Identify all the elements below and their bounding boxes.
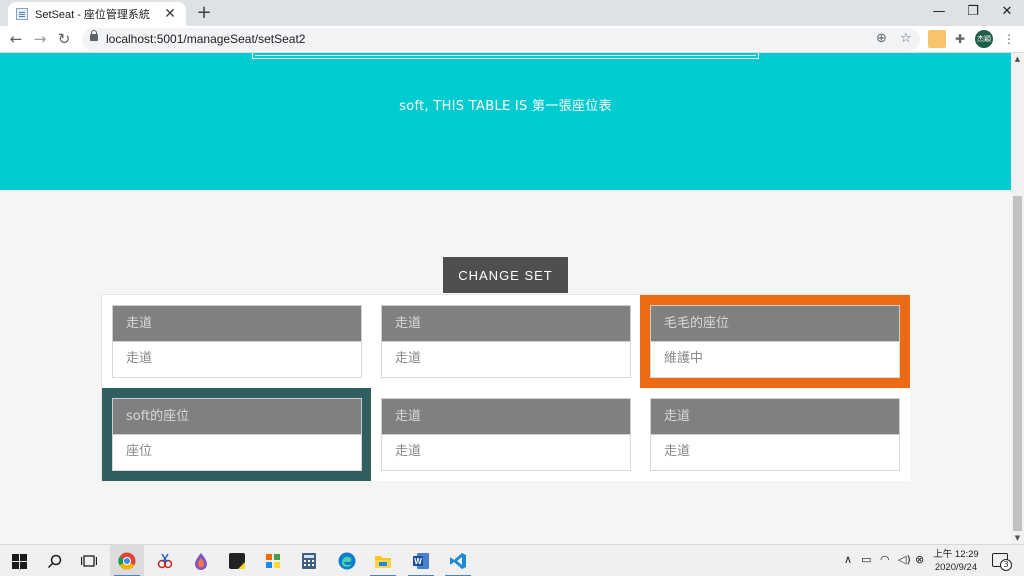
network-status-icon[interactable]: ⊗ — [915, 553, 924, 566]
chrome-icon[interactable] — [110, 545, 144, 576]
page-viewport: soft, THIS TABLE IS 第一張座位表 CHANGE SET 走道… — [0, 53, 1011, 544]
taskbar: W ∧ ▭ ◠ ◁) ⊗ 上午 12:29 2020/9/24 3 — [0, 544, 1024, 576]
seat-cell[interactable]: 走道 走道 — [371, 388, 641, 481]
profile-avatar[interactable]: 杰穎 — [975, 30, 993, 48]
tab-title: SetSeat - 座位管理系統 — [35, 9, 150, 21]
scroll-down-icon[interactable]: ▼ — [1013, 534, 1022, 542]
extension-icon[interactable] — [928, 30, 946, 48]
seat-title: 走道 — [112, 305, 362, 342]
seat-status: 走道 — [381, 342, 631, 378]
forward-button[interactable]: → — [30, 29, 50, 49]
word-icon[interactable]: W — [404, 545, 438, 576]
page-scrollbar[interactable]: ▲ ▼ — [1011, 53, 1024, 544]
seat-cell[interactable]: 走道 走道 — [102, 295, 372, 388]
page-favicon-icon — [16, 8, 28, 20]
seat-status: 走道 — [650, 435, 900, 471]
app-icon[interactable] — [256, 545, 290, 576]
svg-text:W: W — [414, 557, 422, 566]
new-tab-button[interactable]: + — [194, 3, 214, 23]
sticky-notes-icon[interactable] — [220, 545, 254, 576]
seat-title: 走道 — [381, 305, 631, 342]
edge-icon[interactable] — [330, 545, 364, 576]
seat-title: 毛毛的座位 — [650, 305, 900, 342]
seat-title: soft的座位 — [112, 398, 362, 435]
browser-tab[interactable]: SetSeat - 座位管理系統 ✕ — [8, 2, 186, 26]
bookmark-star-icon[interactable]: ☆ — [900, 31, 912, 47]
url-text[interactable]: localhost:5001/manageSeat/setSeat2 — [106, 32, 305, 46]
change-set-button[interactable]: CHANGE SET — [443, 257, 568, 293]
clock-date: 2020/9/24 — [934, 562, 978, 573]
browser-menu-icon[interactable]: ⋮ — [1000, 30, 1018, 48]
scroll-up-icon[interactable]: ▲ — [1013, 55, 1022, 63]
calculator-icon[interactable] — [292, 545, 326, 576]
show-hidden-icons[interactable]: ∧ — [844, 553, 852, 566]
task-view-icon[interactable] — [72, 545, 106, 576]
back-button[interactable]: ← — [6, 29, 26, 49]
seat-cell[interactable]: 走道 走道 — [371, 295, 641, 388]
hero-text: soft, THIS TABLE IS 第一張座位表 — [399, 99, 612, 114]
volume-icon[interactable]: ◁) — [898, 553, 911, 566]
vscode-icon[interactable] — [441, 545, 475, 576]
browser-tab-strip: SetSeat - 座位管理系統 ✕ + — ❐ ✕ — [0, 0, 1024, 26]
minimize-button[interactable]: — — [922, 0, 956, 26]
snipping-tool-icon[interactable] — [148, 545, 182, 576]
hero-frame — [252, 53, 759, 59]
seat-cell[interactable]: 走道 走道 — [640, 388, 910, 481]
seat-grid: 走道 走道 走道 走道 毛毛的座位 維護中 soft的座位 座位 走道 走道 走… — [101, 294, 910, 481]
browser-toolbar: ← → ↻ localhost:5001/manageSeat/setSeat2… — [0, 26, 1024, 53]
seat-status: 走道 — [381, 435, 631, 471]
notification-count-badge: 3 — [1000, 559, 1012, 571]
seat-cell-selected[interactable]: soft的座位 座位 — [102, 388, 372, 481]
address-bar[interactable]: localhost:5001/manageSeat/setSeat2 ⊕ ☆ — [82, 28, 920, 51]
lock-icon[interactable] — [90, 30, 98, 41]
battery-icon[interactable]: ▭ — [861, 553, 871, 566]
seat-status: 座位 — [112, 435, 362, 471]
file-explorer-icon[interactable] — [366, 545, 400, 576]
seat-title: 走道 — [381, 398, 631, 435]
seat-cell-highlighted[interactable]: 毛毛的座位 維護中 — [640, 295, 910, 388]
windows-start-icon[interactable] — [2, 545, 36, 576]
hero-banner: soft, THIS TABLE IS 第一張座位表 — [0, 53, 1011, 190]
extensions-puzzle-icon[interactable]: ✚ — [951, 30, 969, 48]
seat-title: 走道 — [650, 398, 900, 435]
paint-icon[interactable] — [184, 545, 218, 576]
system-clock[interactable]: 上午 12:29 2020/9/24 — [930, 548, 982, 574]
wifi-icon[interactable]: ◠ — [880, 553, 890, 566]
scroll-thumb[interactable] — [1013, 196, 1022, 531]
tab-close-icon[interactable]: ✕ — [162, 6, 178, 22]
seat-status: 走道 — [112, 342, 362, 378]
restore-button[interactable]: ❐ — [956, 0, 990, 26]
close-window-button[interactable]: ✕ — [990, 0, 1024, 26]
seat-status: 維護中 — [650, 342, 900, 378]
zoom-icon[interactable]: ⊕ — [876, 31, 887, 47]
reload-button[interactable]: ↻ — [54, 29, 74, 49]
search-icon[interactable] — [37, 545, 71, 576]
clock-time: 上午 12:29 — [933, 549, 979, 560]
